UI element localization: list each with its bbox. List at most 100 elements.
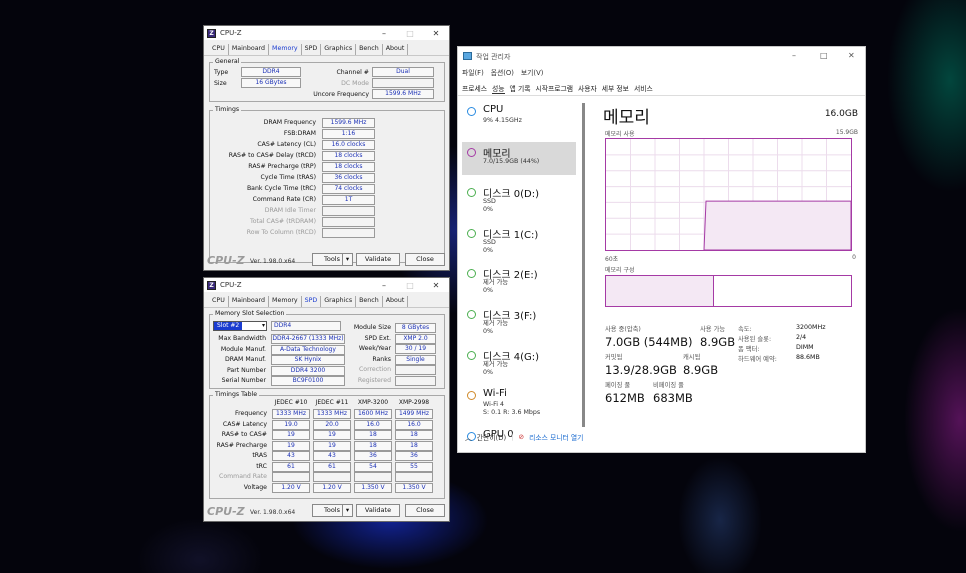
minimize-button[interactable]: – bbox=[792, 51, 796, 60]
window-title: 작업 관리자 bbox=[476, 53, 511, 61]
sidebar-item[interactable]: 디스크 4(G:) 제거 가능 0% bbox=[462, 345, 576, 378]
resource-monitor-link[interactable]: 리소스 모니터 열기 bbox=[529, 432, 583, 442]
tab-about[interactable]: About bbox=[383, 44, 409, 55]
status-circle-icon bbox=[467, 391, 476, 401]
tab-spd[interactable]: SPD bbox=[302, 296, 322, 307]
tab-item[interactable]: 세부 정보 bbox=[602, 83, 629, 94]
sidebar-item[interactable]: CPU 9% 4.15GHz bbox=[462, 101, 576, 134]
form-factor-value: DIMM bbox=[796, 344, 814, 351]
tools-dropdown-button[interactable]: ▾ bbox=[342, 253, 353, 266]
timing-label: DRAM Frequency bbox=[263, 119, 316, 126]
uncore-value: 1599.6 MHz bbox=[372, 89, 434, 99]
menu-bar: 파일(F) 옵션(O) 보기(V) bbox=[462, 67, 543, 77]
sidebar-item[interactable]: GPU 0 bbox=[462, 426, 576, 459]
sidebar-scrollbar[interactable] bbox=[582, 103, 585, 427]
menu-item[interactable]: 보기(V) bbox=[521, 67, 543, 77]
tools-dropdown-button[interactable]: ▾ bbox=[342, 504, 353, 517]
collapse-button[interactable]: 간단히(D) bbox=[477, 432, 506, 442]
sidebar-item[interactable]: 디스크 0(D:) SSD 0% bbox=[462, 182, 576, 215]
close-window-button[interactable]: ✕ bbox=[848, 51, 855, 60]
tab-cpu[interactable]: CPU bbox=[209, 44, 229, 55]
serial-number-label: Serial Number bbox=[221, 377, 266, 384]
module-manufacturer-value: A-Data Technology bbox=[271, 344, 345, 355]
validate-button[interactable]: Validate bbox=[356, 253, 400, 266]
maximize-button[interactable]: □ bbox=[397, 29, 423, 38]
timing-value: 18 clocks bbox=[322, 151, 375, 161]
close-button[interactable]: Close bbox=[405, 253, 445, 266]
footer: CPU-Z Ver. 1.98.0.x64 Tools ▾ Validate C… bbox=[204, 503, 449, 521]
cached-label: 캐시됨 bbox=[683, 354, 701, 361]
table-cell: 43 bbox=[272, 451, 310, 461]
timing-value bbox=[322, 206, 375, 216]
tab-about[interactable]: About bbox=[383, 296, 409, 307]
tab-item[interactable]: 사용자 bbox=[578, 83, 597, 94]
column-header: XMP-3200 bbox=[357, 399, 389, 406]
tab-item[interactable]: 서비스 bbox=[634, 83, 653, 94]
table-cell: 19 bbox=[313, 430, 351, 440]
usage-max: 15.9GB bbox=[835, 129, 858, 136]
available-label: 사용 가능 bbox=[700, 326, 726, 333]
table-cell: 16.0 bbox=[395, 419, 433, 430]
tab-item[interactable]: 프로세스 bbox=[462, 83, 487, 94]
table-cell: 18 bbox=[395, 440, 433, 451]
sidebar-item-name: Wi-Fi bbox=[483, 388, 507, 400]
tab-graphics[interactable]: Graphics bbox=[321, 44, 357, 55]
row-label: tRAS bbox=[252, 452, 267, 459]
tab-mainboard[interactable]: Mainboard bbox=[229, 44, 270, 55]
size-value: 16 GBytes bbox=[241, 78, 301, 88]
column-header: JEDEC #10 bbox=[274, 399, 308, 406]
tab-spd[interactable]: SPD bbox=[302, 44, 322, 55]
tab-bar: CPU Mainboard Memory SPD Graphics Bench About bbox=[204, 40, 449, 56]
minimize-button[interactable]: – bbox=[371, 29, 397, 38]
tab-item[interactable]: 시작프로그램 bbox=[535, 83, 573, 94]
channel-label: Channel # bbox=[336, 69, 369, 76]
type-label: Type bbox=[214, 69, 229, 76]
tab-bar: 프로세스 성능 앱 기록 시작프로그램 사용자 세부 정보 서비스 bbox=[462, 83, 653, 94]
sidebar-item[interactable]: 디스크 3(F:) 제거 가능 0% bbox=[462, 304, 576, 337]
tab-graphics[interactable]: Graphics bbox=[321, 296, 357, 307]
sidebar-item[interactable]: 디스크 1(C:) SSD 0% bbox=[462, 223, 576, 256]
tab-item[interactable]: 앱 기록 bbox=[510, 83, 531, 94]
sidebar-item[interactable]: 디스크 2(E:) 제거 가능 0% bbox=[462, 263, 576, 296]
timing-label: FSB:DRAM bbox=[283, 130, 316, 137]
sidebar-item[interactable]: 메모리 7.0/15.9GB (44%) bbox=[462, 141, 576, 175]
tools-label: Tools bbox=[323, 506, 340, 514]
tab-bench[interactable]: Bench bbox=[356, 44, 383, 55]
part-number-value: DDR4 3200 bbox=[271, 365, 345, 376]
cpuz-memory-window: Z CPU-Z – □ ✕ CPU Mainboard Memory SPD Graph… bbox=[203, 25, 450, 271]
tab-cpu[interactable]: CPU bbox=[209, 296, 229, 307]
cached-value: 8.9GB bbox=[683, 363, 719, 377]
menu-item[interactable]: 옵션(O) bbox=[491, 67, 514, 77]
timing-value bbox=[322, 228, 375, 238]
tab-bench[interactable]: Bench bbox=[356, 296, 383, 307]
table-cell: 1499 MHz bbox=[395, 409, 433, 419]
sidebar-item-detail: 제거 가능 0% bbox=[483, 320, 509, 335]
week-year-value: 30 / 19 bbox=[395, 344, 436, 354]
usage-graph-svg bbox=[606, 139, 852, 251]
validate-button[interactable]: Validate bbox=[356, 504, 400, 517]
table-cell: 55 bbox=[395, 461, 433, 472]
table-cell: 1333 MHz bbox=[272, 409, 310, 419]
chevron-up-icon[interactable]: ︿ bbox=[465, 432, 472, 442]
row-label: Command Rate bbox=[219, 473, 267, 480]
sidebar-item[interactable]: Wi-Fi Wi-Fi 4 S: 0.1 R: 3.6 Mbps bbox=[462, 385, 576, 418]
task-manager-icon bbox=[463, 52, 472, 60]
menu-item[interactable]: 파일(F) bbox=[462, 67, 484, 77]
maximize-button[interactable]: □ bbox=[820, 51, 828, 60]
tab-item[interactable]: 성능 bbox=[492, 83, 505, 94]
maximize-button[interactable]: □ bbox=[397, 281, 423, 290]
speed-value: 3200MHz bbox=[796, 324, 826, 331]
tab-memory[interactable]: Memory bbox=[269, 44, 302, 55]
close-button[interactable]: Close bbox=[405, 504, 445, 517]
timing-value: 74 clocks bbox=[322, 184, 375, 194]
tab-memory[interactable]: Memory bbox=[269, 296, 302, 307]
table-cell: 43 bbox=[313, 451, 351, 461]
composition-in-use bbox=[606, 276, 714, 306]
close-window-button[interactable]: ✕ bbox=[423, 281, 449, 290]
minimize-button[interactable]: – bbox=[371, 281, 397, 290]
tab-mainboard[interactable]: Mainboard bbox=[229, 296, 270, 307]
dram-manufacturer-value: SK Hynix bbox=[271, 355, 345, 365]
row-label: RAS# to CAS# bbox=[221, 431, 267, 438]
close-window-button[interactable]: ✕ bbox=[423, 29, 449, 38]
slot-select[interactable]: Slot #2 ▾ bbox=[213, 321, 267, 331]
